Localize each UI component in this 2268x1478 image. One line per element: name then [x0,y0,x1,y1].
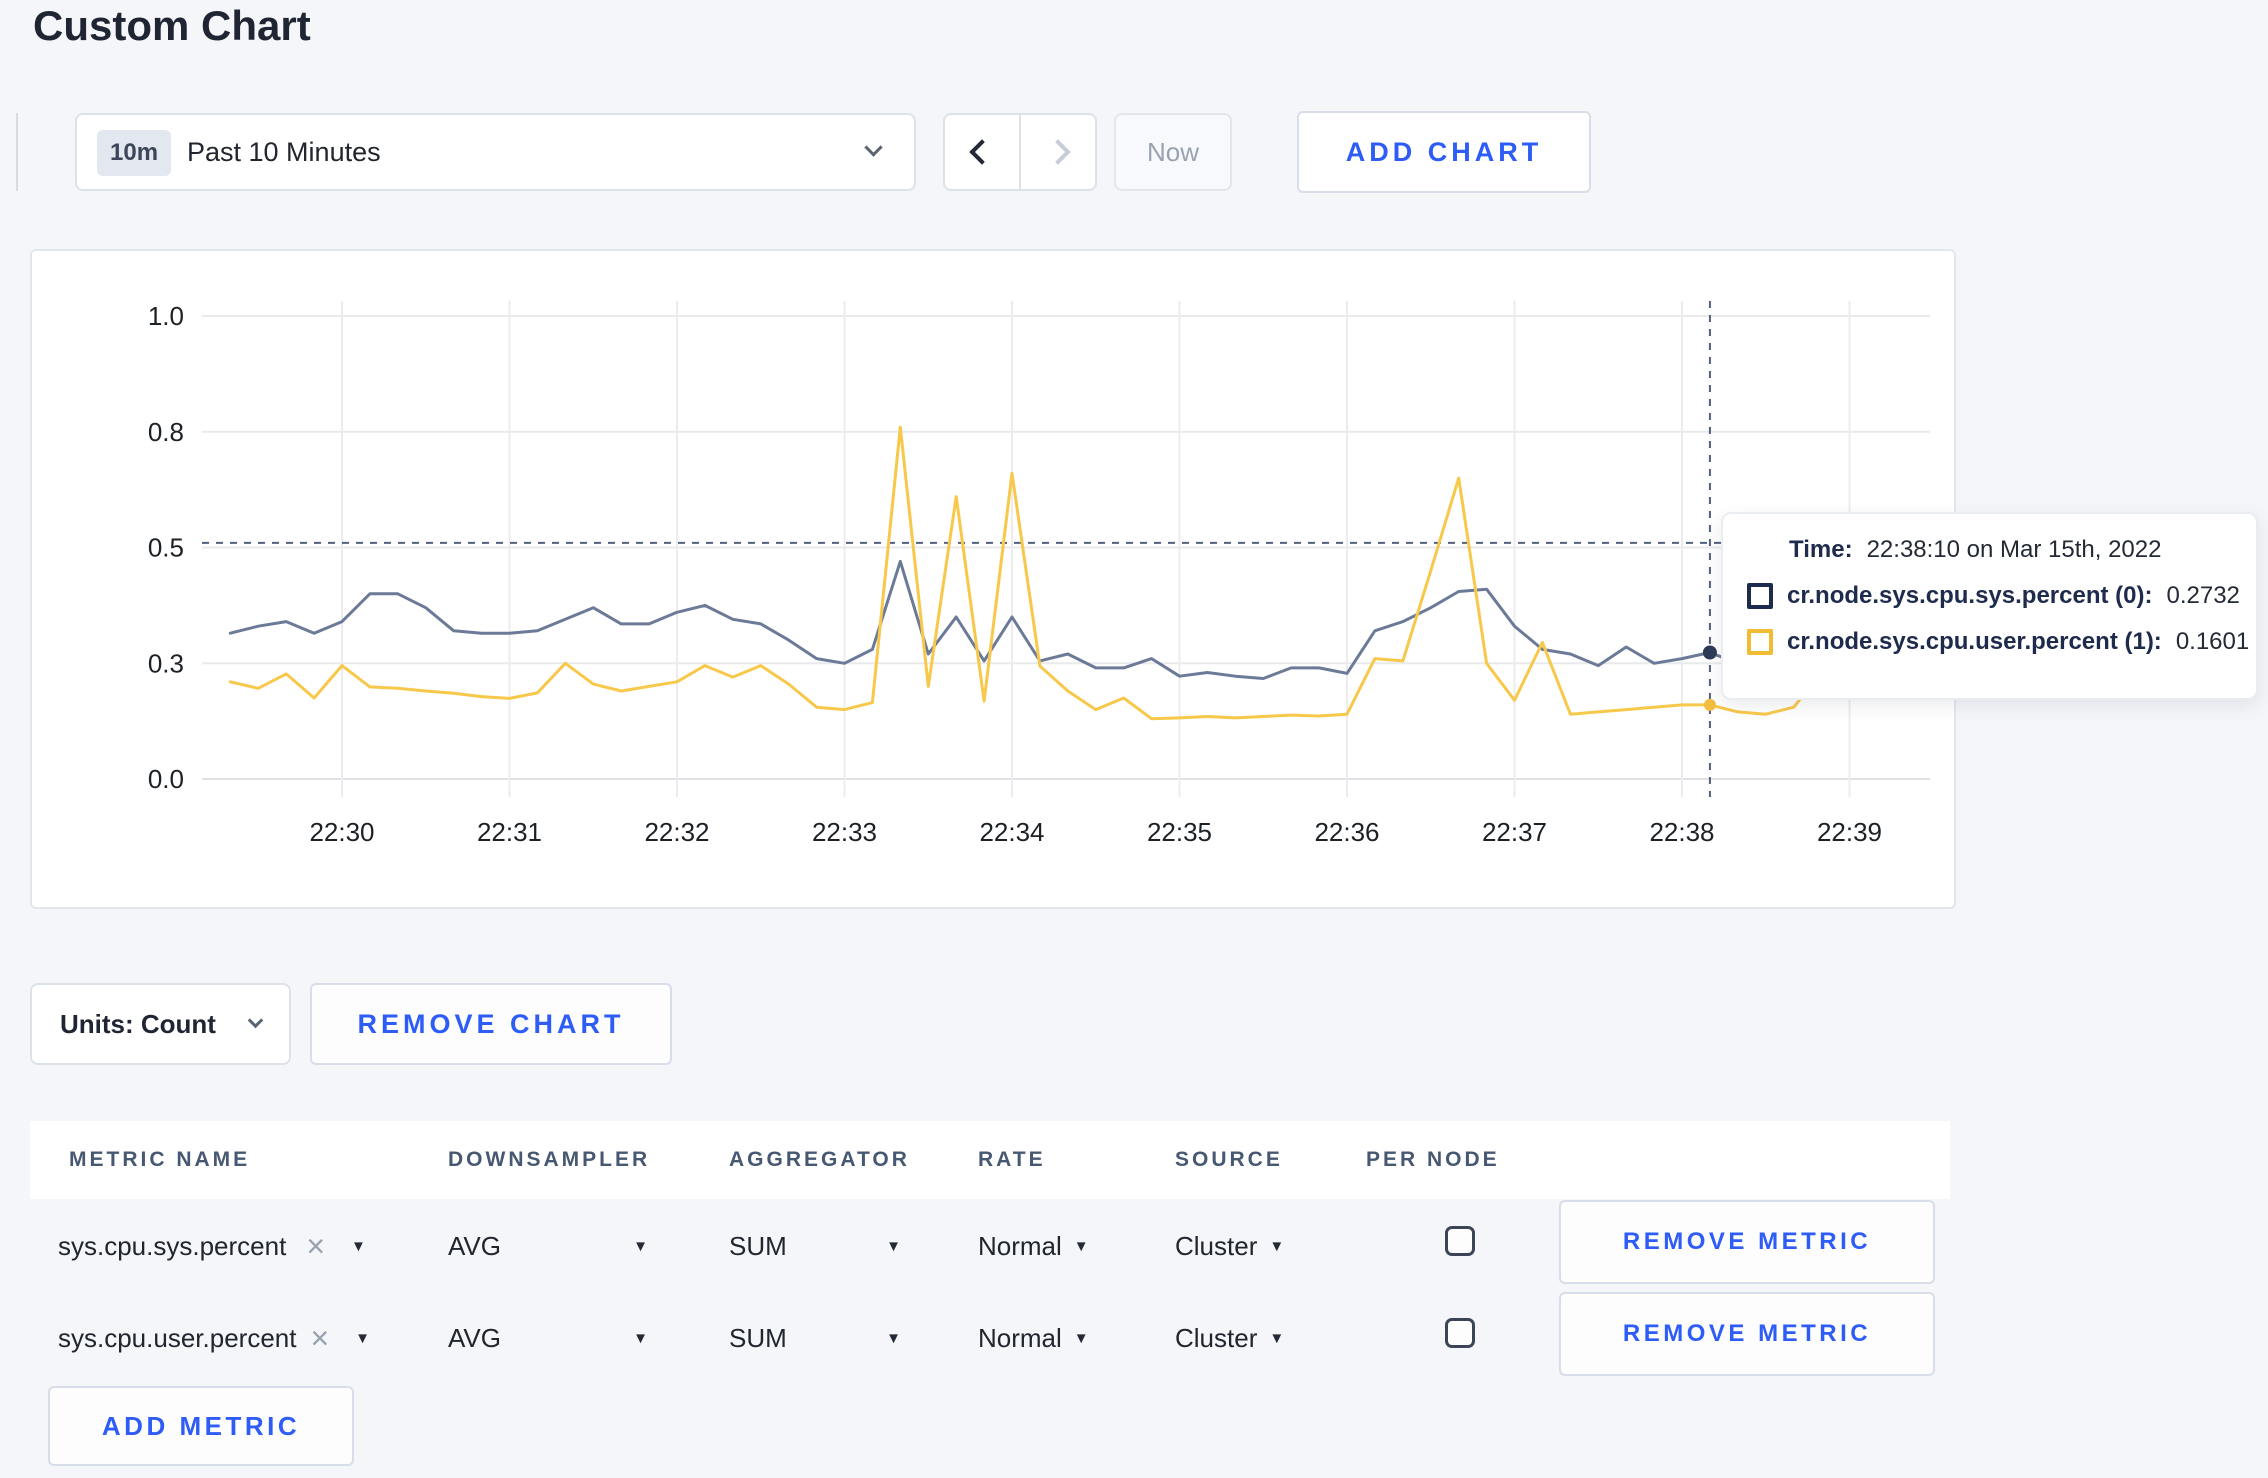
rate-value: Normal [978,1230,1062,1261]
downsampler-value: AVG [448,1322,501,1353]
time-range-label: Past 10 Minutes [187,137,381,167]
clear-metric-icon[interactable]: × [310,1320,329,1357]
y-axis-tick-label: 0.8 [148,417,184,447]
caret-down-icon: ▼ [355,1329,371,1347]
tooltip-series-value: 0.2732 [2166,582,2240,609]
time-range-badge: 10m [97,130,172,176]
crosshair-dot-1 [1703,698,1716,711]
remove-chart-button[interactable]: REMOVE CHART [310,983,672,1065]
series-sys-swatch-icon [1747,583,1773,609]
source-dropdown[interactable]: Cluster ▼ [1175,1224,1284,1268]
col-header-per-node: PER NODE [1366,1148,1500,1171]
y-axis-tick-label: 1.0 [148,301,184,331]
caret-down-icon: ▼ [1269,1329,1285,1347]
y-axis-tick-label: 0.5 [148,533,184,563]
x-axis-tick-label: 22:32 [644,817,709,847]
rate-value: Normal [978,1322,1062,1353]
x-axis-tick-label: 22:31 [477,817,542,847]
remove-metric-button[interactable]: REMOVE METRIC [1559,1200,1935,1284]
page-title: Custom Chart [33,2,311,49]
series-line-0 [228,559,1879,680]
caret-down-icon: ▼ [886,1329,901,1347]
x-axis-tick-label: 22:39 [1817,817,1882,847]
metric-name-value: sys.cpu.user.percent [58,1322,297,1353]
caret-down-icon: ▼ [1269,1237,1285,1255]
chevron-right-icon [1045,139,1071,165]
units-label: Units: Count [60,1009,216,1039]
units-select[interactable]: Units: Count [30,983,291,1065]
source-value: Cluster [1175,1322,1258,1353]
tooltip-time-label: Time: [1789,536,1853,563]
caret-down-icon: ▼ [1073,1237,1089,1255]
series-user-swatch-icon [1747,629,1773,655]
col-header-source: SOURCE [1175,1148,1283,1171]
time-nav-group [943,113,1097,191]
col-header-metric-name: METRIC NAME [69,1148,251,1171]
tooltip-time-value: 22:38:10 on Mar 15th, 2022 [1866,536,2162,563]
metric-name-value: sys.cpu.sys.percent [58,1230,287,1261]
caret-down-icon: ▼ [1073,1329,1089,1347]
time-range-select[interactable]: 10m Past 10 Minutes [75,113,916,191]
chart-panel: 0.0 0.3 0.5 0.8 1.0 22:30 22:31 22:32 22:33 22:34… [30,249,1956,909]
chart-tooltip: Time: 22:38:10 on Mar 15th, 2022 cr.node… [1721,512,2258,700]
aggregator-value: SUM [729,1230,787,1261]
aggregator-dropdown[interactable]: SUM ▼ [729,1224,901,1268]
y-axis-tick-label: 0.0 [148,764,184,794]
crosshair-dot-0 [1702,645,1717,660]
custom-chart-page: Custom Chart 10m Past 10 Minutes Now ADD… [0,0,2268,1478]
x-axis-tick-label: 22:35 [1147,817,1212,847]
next-range-button[interactable] [1021,115,1095,189]
x-axis-tick-label: 22:36 [1314,817,1379,847]
prev-range-button[interactable] [945,115,1021,189]
x-axis-tick-label: 22:34 [979,817,1044,847]
col-header-downsampler: DOWNSAMPLER [448,1148,651,1171]
caret-down-icon: ▼ [633,1237,648,1255]
col-header-rate: RATE [978,1148,1046,1171]
source-dropdown[interactable]: Cluster ▼ [1175,1316,1284,1360]
caret-down-icon: ▼ [351,1237,366,1255]
toolbar-divider [16,113,18,191]
caret-down-icon: ▼ [886,1237,901,1255]
rate-dropdown[interactable]: Normal ▼ [978,1224,1089,1268]
tooltip-series-label: cr.node.sys.cpu.sys.percent (0): [1787,582,2153,609]
tooltip-time-row: Time: 22:38:10 on Mar 15th, 2022 [1789,536,2161,564]
col-header-aggregator: AGGREGATOR [729,1148,910,1171]
clear-metric-icon[interactable]: × [306,1228,325,1265]
metric-name-dropdown[interactable]: sys.cpu.user.percent × ▼ [58,1316,370,1360]
downsampler-dropdown[interactable]: AVG ▼ [448,1316,648,1360]
downsampler-value: AVG [448,1230,501,1261]
x-axis-tick-label: 22:38 [1649,817,1714,847]
aggregator-dropdown[interactable]: SUM ▼ [729,1316,901,1360]
series-line-1 [228,425,1879,721]
rate-dropdown[interactable]: Normal ▼ [978,1316,1089,1360]
source-value: Cluster [1175,1230,1258,1261]
chevron-down-icon [864,138,883,157]
tooltip-series-row: cr.node.sys.cpu.sys.percent (0): 0.2732 [1747,582,2240,610]
add-chart-button[interactable]: ADD CHART [1297,111,1591,193]
downsampler-dropdown[interactable]: AVG ▼ [448,1224,648,1268]
caret-down-icon: ▼ [633,1329,648,1347]
remove-metric-button[interactable]: REMOVE METRIC [1559,1292,1935,1376]
aggregator-value: SUM [729,1322,787,1353]
per-node-checkbox[interactable] [1445,1226,1475,1256]
chevron-left-icon [969,139,995,165]
tooltip-series-row: cr.node.sys.cpu.user.percent (1): 0.1601 [1747,628,2249,656]
x-axis-tick-label: 22:37 [1482,817,1547,847]
per-node-checkbox[interactable] [1445,1318,1475,1348]
metric-name-dropdown[interactable]: sys.cpu.sys.percent × ▼ [58,1224,366,1268]
add-metric-button[interactable]: ADD METRIC [48,1386,354,1466]
timeseries-chart[interactable]: 0.0 0.3 0.5 0.8 1.0 22:30 22:31 22:32 22:33 22:34… [32,251,1954,907]
now-button[interactable]: Now [1114,113,1232,191]
tooltip-series-value: 0.1601 [2175,628,2250,655]
y-axis-tick-label: 0.3 [148,648,184,678]
x-axis-tick-label: 22:30 [309,817,374,847]
x-axis-tick-label: 22:33 [812,817,877,847]
tooltip-series-label: cr.node.sys.cpu.user.percent (1): [1787,628,2162,655]
chevron-down-icon [247,1012,264,1029]
